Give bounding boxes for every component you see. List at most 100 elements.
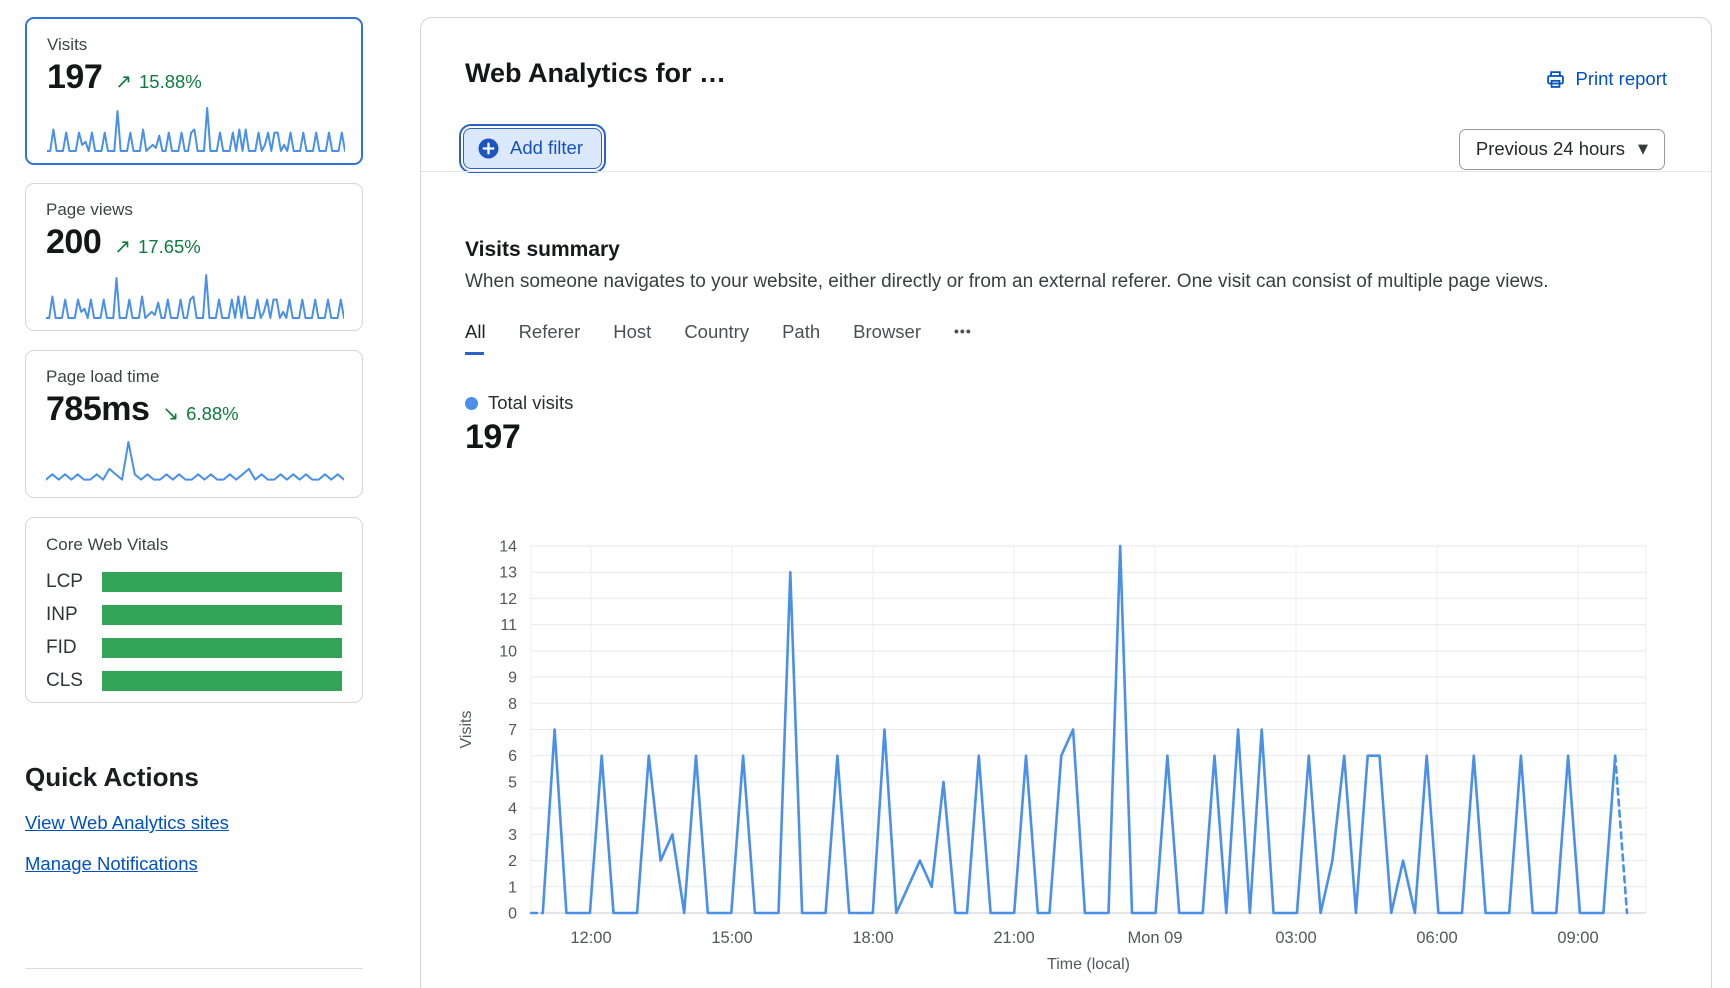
dimension-tabs: All Referer Host Country Path Browser ••• — [465, 321, 972, 355]
vital-row-fid: FID — [46, 637, 342, 659]
tab-referer[interactable]: Referer — [519, 321, 581, 355]
svg-text:09:00: 09:00 — [1557, 929, 1598, 947]
tab-path[interactable]: Path — [782, 321, 820, 355]
vital-status-fill — [102, 572, 342, 592]
vital-label: INP — [46, 604, 102, 626]
metric-value: 785ms — [46, 390, 149, 429]
vital-row-inp: INP — [46, 604, 342, 626]
plus-circle-icon — [478, 138, 499, 159]
svg-text:4: 4 — [508, 801, 517, 818]
metric-value-row: 197 ↗ 15.88% — [47, 58, 341, 97]
page-title: Web Analytics for … — [465, 58, 726, 89]
print-report-label: Print report — [1575, 68, 1667, 90]
sparkline-chart — [47, 105, 345, 153]
link-view-web-analytics-sites[interactable]: View Web Analytics sites — [25, 812, 229, 834]
metric-title: Page views — [46, 200, 342, 220]
metric-value: 197 — [47, 58, 102, 97]
svg-text:9: 9 — [508, 670, 517, 687]
metric-value: 200 — [46, 223, 101, 262]
tab-host[interactable]: Host — [613, 321, 651, 355]
date-range-label: Previous 24 hours — [1476, 138, 1625, 160]
svg-text:06:00: 06:00 — [1416, 929, 1457, 947]
svg-text:12:00: 12:00 — [570, 929, 611, 947]
metric-title: Visits — [47, 35, 341, 55]
add-filter-label: Add filter — [510, 137, 583, 159]
metric-card-page-views[interactable]: Page views 200 ↗ 17.65% — [25, 183, 363, 331]
svg-text:6: 6 — [508, 748, 517, 765]
svg-text:8: 8 — [508, 696, 517, 713]
section-title: Visits summary — [465, 238, 620, 262]
section-description: When someone navigates to your website, … — [465, 271, 1549, 293]
divider — [25, 968, 363, 969]
metric-value-row: 200 ↗ 17.65% — [46, 223, 342, 262]
caret-down-icon: ▼ — [1638, 142, 1648, 157]
vital-status-bar — [102, 605, 342, 625]
svg-text:1: 1 — [508, 879, 517, 896]
vital-status-fill — [102, 638, 342, 658]
legend-total-visits[interactable]: Total visits — [465, 392, 573, 414]
legend-dot-icon — [465, 397, 478, 410]
vital-status-bar — [102, 572, 342, 592]
vital-status-fill — [102, 605, 342, 625]
metric-card-page-load-time[interactable]: Page load time 785ms ↘ 6.88% — [25, 350, 363, 498]
more-tabs-button[interactable]: ••• — [954, 323, 972, 353]
svg-text:10: 10 — [499, 643, 517, 660]
print-report-link[interactable]: Print report — [1545, 68, 1667, 90]
svg-text:11: 11 — [500, 617, 517, 634]
vital-status-bar — [102, 638, 342, 658]
svg-text:13: 13 — [499, 565, 517, 582]
vitals-rows: LCP INP FID CLS — [46, 571, 342, 692]
trend-up-icon: ↗ — [115, 69, 132, 93]
metric-title: Page load time — [46, 367, 342, 387]
quick-links: View Web Analytics sites Manage Notificat… — [25, 812, 229, 875]
core-web-vitals-card: Core Web Vitals LCP INP FID CLS — [25, 517, 363, 703]
vital-label: FID — [46, 637, 102, 659]
quick-actions-title: Quick Actions — [25, 762, 229, 793]
card-title: Core Web Vitals — [46, 535, 342, 555]
svg-text:7: 7 — [508, 722, 517, 739]
add-filter-button[interactable]: Add filter — [463, 128, 602, 169]
total-visits-value: 197 — [465, 418, 520, 457]
svg-text:12: 12 — [499, 591, 517, 608]
metric-delta: 6.88% — [186, 403, 238, 425]
vital-row-lcp: LCP — [46, 571, 342, 593]
tab-browser[interactable]: Browser — [853, 321, 921, 355]
svg-text:18:00: 18:00 — [852, 929, 893, 947]
page: Visits197↗15.88%Page views200↗17.65%Page… — [0, 0, 1730, 988]
vital-status-bar — [102, 671, 342, 691]
date-range-dropdown[interactable]: Previous 24 hours ▼ — [1459, 129, 1665, 170]
svg-text:5: 5 — [508, 774, 517, 791]
svg-text:0: 0 — [508, 906, 517, 923]
svg-text:2: 2 — [508, 853, 517, 870]
visits-line-chart: 12:00 15:00 18:00 21:00 Mon 09 03:00 06:00 09:0… — [441, 531, 1701, 986]
metric-value-row: 785ms ↘ 6.88% — [46, 390, 342, 429]
tab-country[interactable]: Country — [684, 321, 749, 355]
metric-delta: 15.88% — [139, 71, 202, 93]
sparkline-chart — [46, 272, 344, 320]
metric-delta: 17.65% — [138, 236, 201, 258]
svg-text:15:00: 15:00 — [711, 929, 752, 947]
svg-text:21:00: 21:00 — [993, 929, 1034, 947]
quick-actions: Quick Actions View Web Analytics sites Ma… — [25, 762, 229, 875]
analytics-panel: Web Analytics for … Print report Add fil… — [420, 17, 1712, 988]
svg-text:Mon 09: Mon 09 — [1127, 929, 1182, 947]
trend-up-icon: ↗ — [114, 234, 131, 258]
svg-text:03:00: 03:00 — [1275, 929, 1316, 947]
vital-row-cls: CLS — [46, 670, 342, 692]
link-manage-notifications[interactable]: Manage Notifications — [25, 853, 198, 875]
trend-down-icon: ↘ — [162, 401, 179, 425]
legend-label: Total visits — [488, 392, 573, 414]
sparkline-chart — [46, 439, 344, 487]
divider — [421, 171, 1711, 172]
metric-card-visits[interactable]: Visits 197 ↗ 15.88% — [25, 17, 363, 165]
sidebar: Visits197↗15.88%Page views200↗17.65%Page… — [25, 0, 363, 988]
svg-text:Visits: Visits — [458, 711, 475, 749]
tab-all[interactable]: All — [465, 321, 486, 355]
vital-label: LCP — [46, 571, 102, 593]
vital-label: CLS — [46, 670, 102, 692]
printer-icon — [1545, 69, 1566, 90]
svg-text:14: 14 — [499, 539, 517, 556]
vital-status-fill — [102, 671, 342, 691]
svg-text:Time (local): Time (local) — [1047, 956, 1130, 973]
svg-text:3: 3 — [508, 827, 517, 844]
